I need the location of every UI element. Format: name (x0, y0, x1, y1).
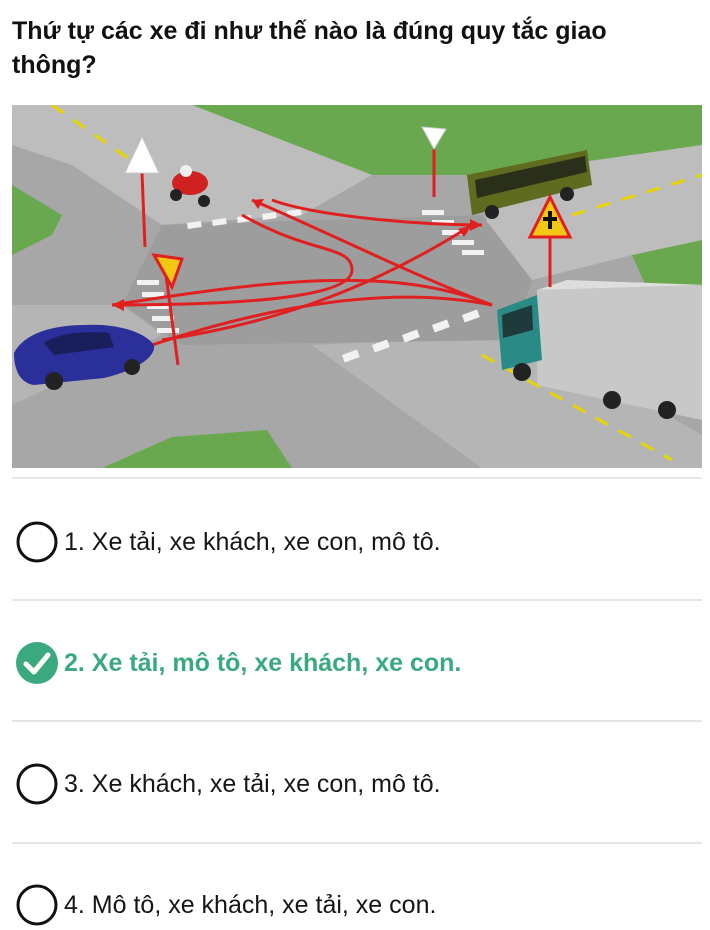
option-3[interactable]: 3. Xe khách, xe tải, xe con, mô tô. (14, 754, 704, 814)
option-2[interactable]: 2. Xe tải, mô tô, xe khách, xe con. (14, 633, 704, 693)
divider (12, 720, 702, 722)
divider (12, 599, 702, 601)
option-1[interactable]: 1. Xe tải, xe khách, xe con, mô tô. (14, 512, 704, 572)
option-label: 4. Mô tô, xe khách, xe tải, xe con. (64, 891, 437, 919)
radio-unchecked-icon[interactable] (14, 761, 60, 807)
option-label: 1. Xe tải, xe khách, xe con, mô tô. (64, 528, 441, 556)
option-label: 3. Xe khách, xe tải, xe con, mô tô. (64, 770, 441, 798)
divider (12, 477, 702, 479)
intersection-illustration (12, 105, 702, 468)
radio-unchecked-icon[interactable] (14, 882, 60, 928)
option-label: 2. Xe tải, mô tô, xe khách, xe con. (64, 649, 462, 677)
divider (12, 842, 702, 844)
question-text: Thứ tự các xe đi như thế nào là đúng quy… (12, 17, 607, 79)
radio-unchecked-icon[interactable] (14, 519, 60, 565)
check-circle-icon[interactable] (14, 640, 60, 686)
option-4[interactable]: 4. Mô tô, xe khách, xe tải, xe con. (14, 875, 704, 930)
